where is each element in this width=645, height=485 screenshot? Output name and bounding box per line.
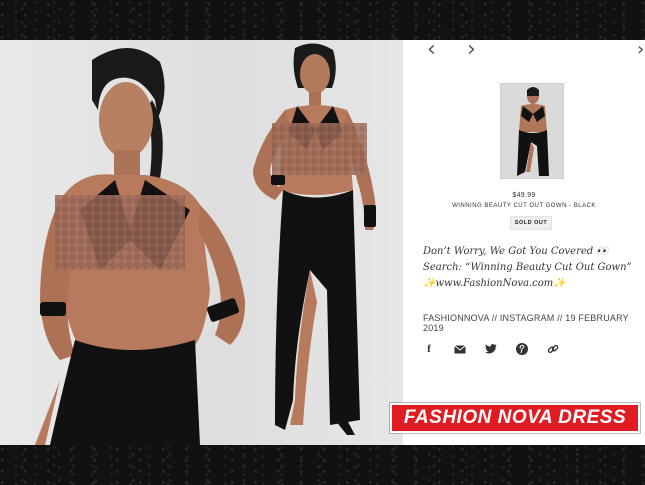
- share-bar: f: [423, 343, 559, 355]
- pinterest-icon[interactable]: [516, 343, 528, 355]
- sold-out-badge: SOLD OUT: [510, 216, 552, 230]
- censor-pixelation: [272, 123, 367, 175]
- product-price: $49.99: [512, 192, 536, 199]
- bottom-frame-border: [0, 445, 645, 485]
- product-thumbnail-figure: [501, 84, 563, 178]
- facebook-icon[interactable]: f: [423, 343, 435, 355]
- post-caption: Don’t Worry, We Got You Covered 👀 Search…: [423, 244, 638, 292]
- top-frame-border: [0, 0, 645, 40]
- banner-text: FASHION NOVA DRESS: [403, 407, 627, 428]
- chevron-right-icon[interactable]: ›: [467, 39, 476, 61]
- caption-line[interactable]: ✨www.FashionNova.com✨: [423, 276, 638, 292]
- product-panel: ‹ › › $49.99 WINNING BEAUTY CUT OUT GOWN…: [403, 39, 645, 445]
- headline-banner: FASHION NOVA DRESS: [390, 403, 640, 433]
- caption-line: Search: “Winning Beauty Cut Out Gown”: [423, 262, 632, 273]
- chevron-right-icon[interactable]: ›: [637, 40, 644, 60]
- censor-pixelation: [55, 195, 185, 270]
- model-full-length-figure: [253, 43, 376, 435]
- chevron-left-icon[interactable]: ‹: [427, 39, 436, 61]
- product-name[interactable]: WINNING BEAUTY CUT OUT GOWN - BLACK: [403, 203, 645, 209]
- model-photo: [0, 40, 403, 445]
- product-thumbnail[interactable]: [500, 83, 564, 179]
- link-icon[interactable]: [547, 343, 559, 355]
- email-icon[interactable]: [454, 343, 466, 355]
- caption-line: Don’t Worry, We Got You Covered 👀: [423, 246, 609, 257]
- post-meta: FASHIONNOVA // INSTAGRAM // 19 FEBRUARY …: [423, 313, 629, 333]
- twitter-icon[interactable]: [485, 343, 497, 355]
- article-image: ‹ › › $49.99 WINNING BEAUTY CUT OUT GOWN…: [0, 39, 645, 445]
